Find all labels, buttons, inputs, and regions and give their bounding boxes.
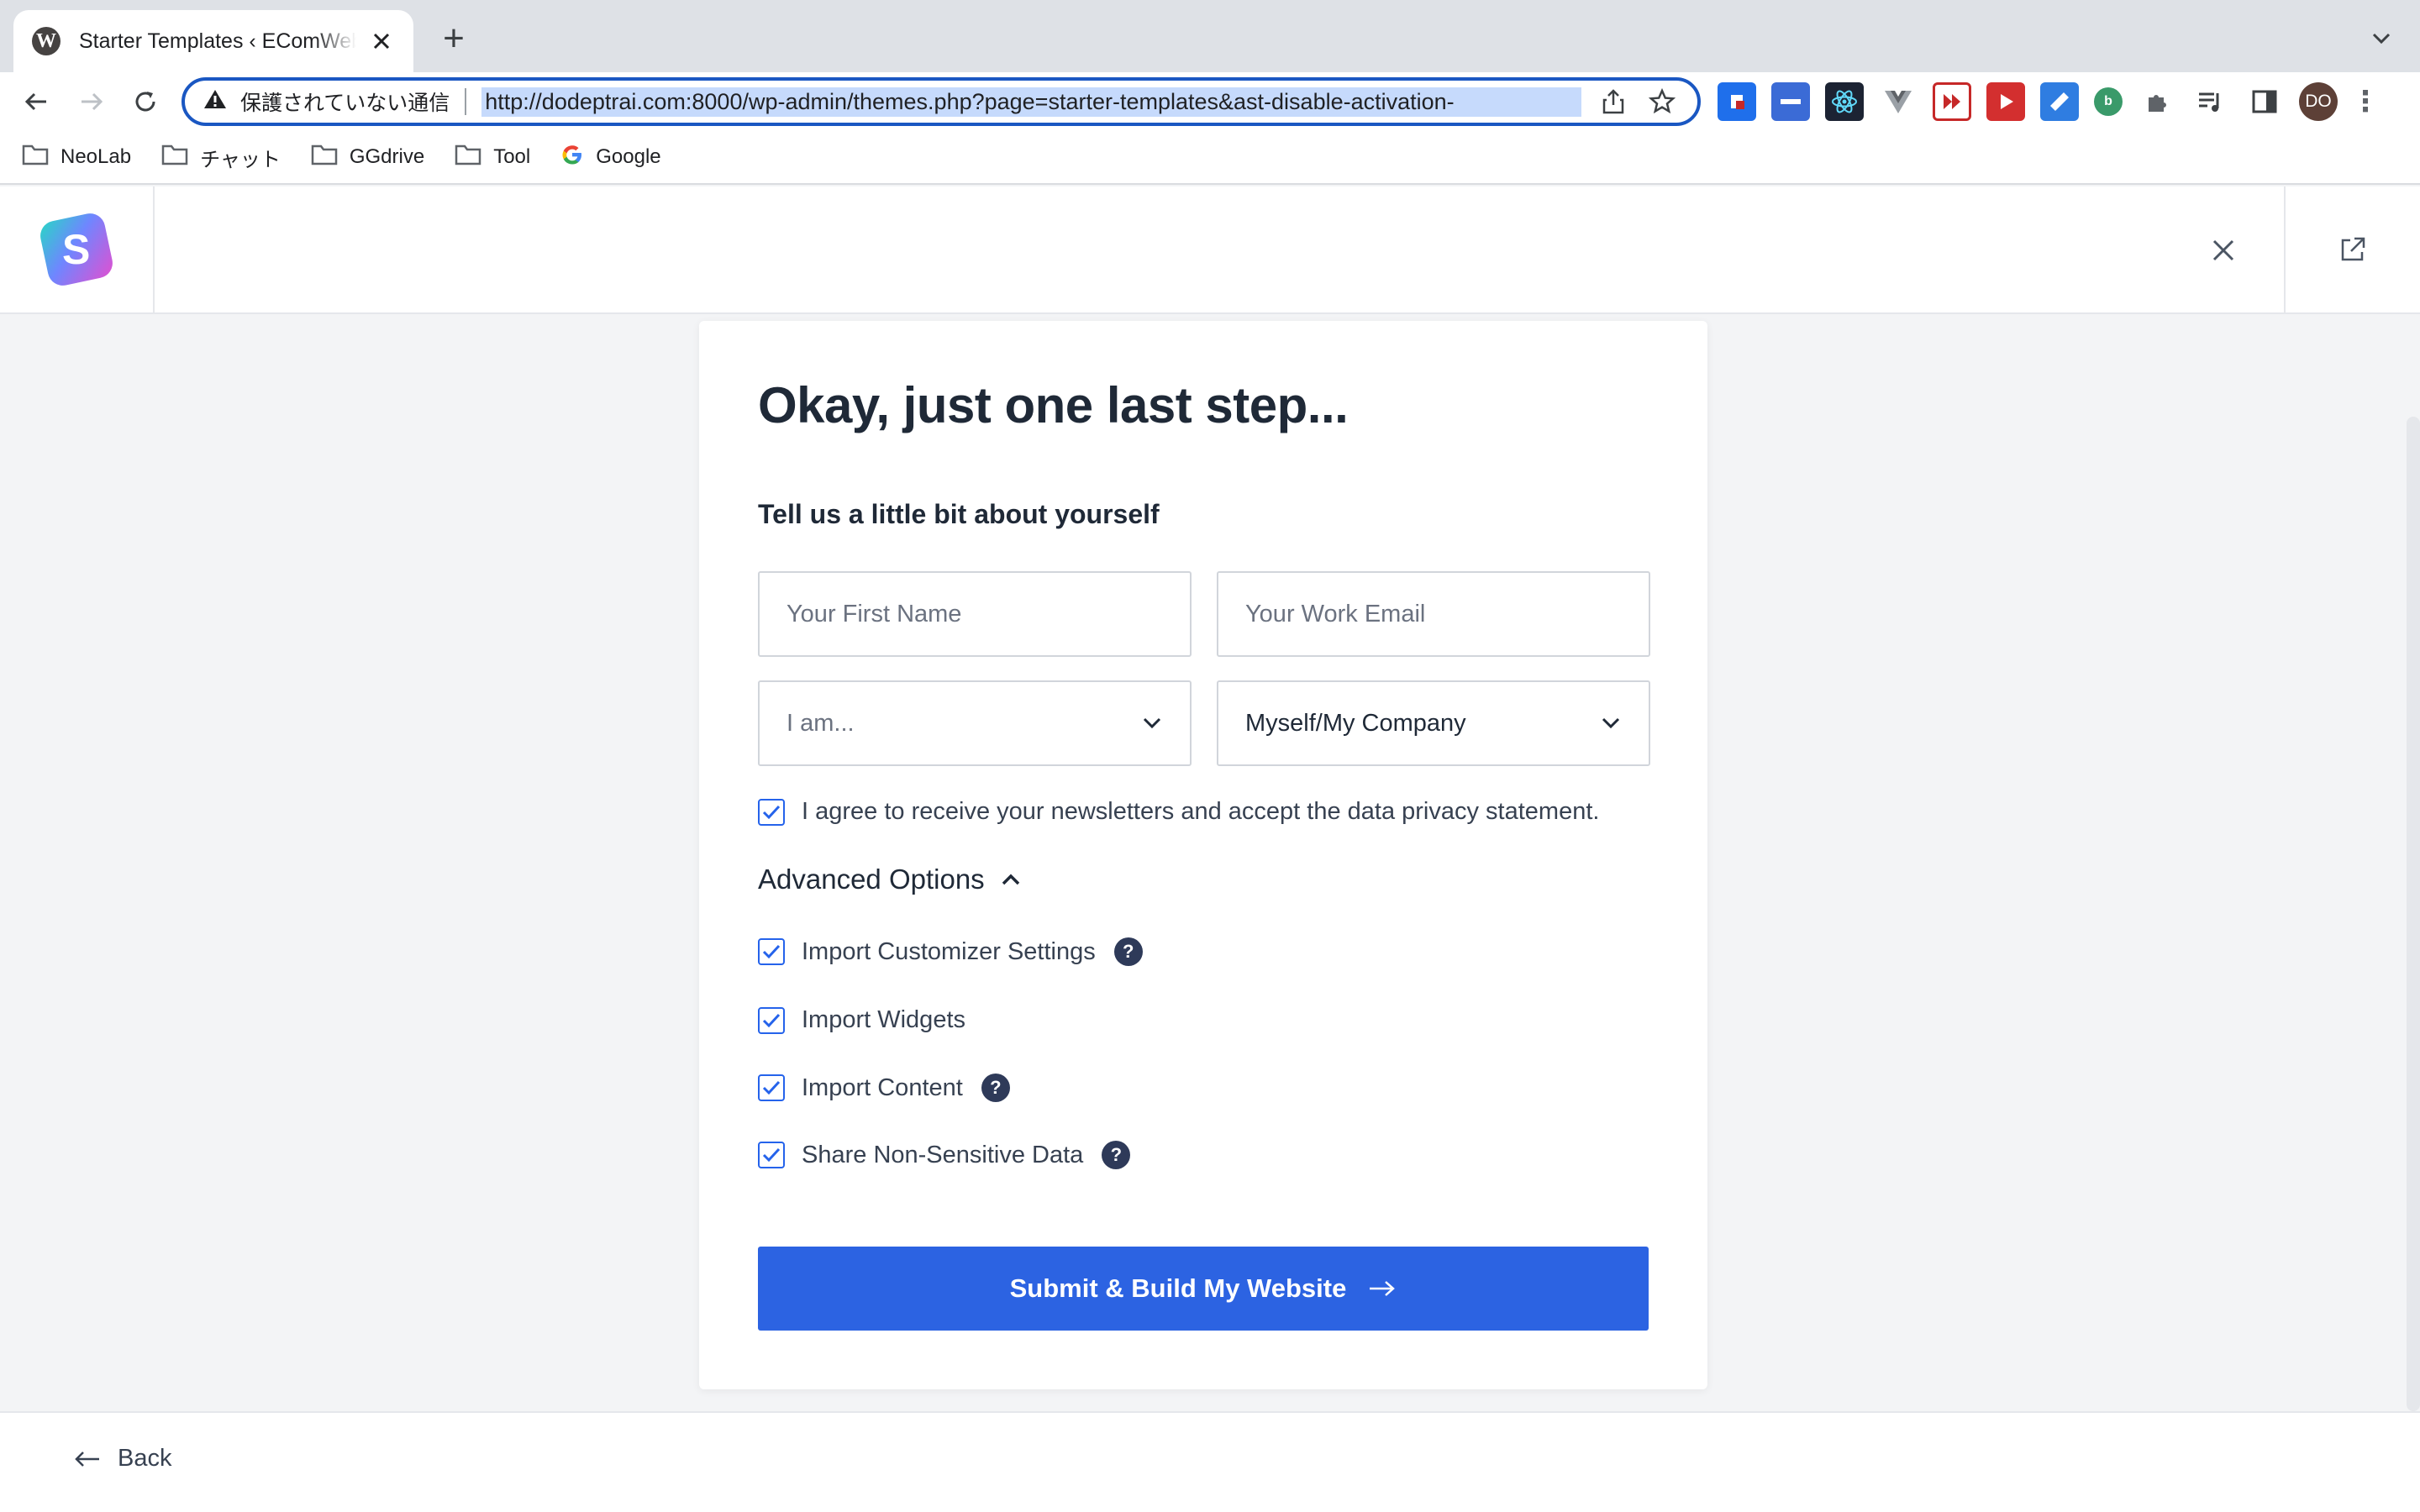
onboarding-card: Okay, just one last step... Tell us a li… xyxy=(699,321,1707,1389)
newsletter-checkbox[interactable] xyxy=(758,798,785,826)
first-name-field[interactable] xyxy=(758,571,1192,657)
browser-tab[interactable]: W Starter Templates ‹ EComWebsite xyxy=(13,10,413,72)
option-import-customizer[interactable]: Import Customizer Settings ? xyxy=(758,937,1143,966)
bookmark-label: NeoLab xyxy=(60,145,132,168)
import-customizer-checkbox[interactable] xyxy=(758,938,785,965)
bookmarks-bar: NeoLab チャット GGdrive Tool Google xyxy=(0,131,2420,185)
side-panel-icon[interactable] xyxy=(2245,82,2284,121)
arrow-left-icon xyxy=(74,1449,101,1469)
bookmark-star-icon[interactable] xyxy=(1645,85,1679,118)
bookmark-label: Google xyxy=(596,145,661,168)
wizard-footer: Back xyxy=(0,1411,2420,1512)
new-tab-button[interactable]: + xyxy=(437,20,471,57)
warning-triangle-icon xyxy=(203,88,227,116)
folder-icon xyxy=(22,144,49,171)
browser-toolbar: 保護されていない通信 http://dodeptrai.com:8000/wp-… xyxy=(0,72,2420,131)
extensions-puzzle-icon[interactable] xyxy=(2138,82,2176,121)
reload-icon[interactable] xyxy=(128,84,163,119)
browser-menu-icon[interactable]: ⋮ xyxy=(2351,82,2380,121)
share-icon[interactable] xyxy=(1597,85,1630,118)
ext-green-circle-icon[interactable]: b xyxy=(2094,87,2123,116)
bookmark-folder-tool[interactable]: Tool xyxy=(455,144,530,171)
bookmark-folder-ggdrive[interactable]: GGdrive xyxy=(311,144,424,171)
ext-forward-icon[interactable] xyxy=(1933,82,1971,121)
folder-icon xyxy=(311,144,338,171)
share-data-checkbox[interactable] xyxy=(758,1142,785,1168)
help-icon[interactable]: ? xyxy=(981,1074,1010,1102)
arrow-right-icon xyxy=(1368,1278,1397,1299)
address-separator xyxy=(465,88,467,115)
submit-button-label: Submit & Build My Website xyxy=(1009,1273,1347,1303)
forward-arrow-icon[interactable] xyxy=(74,84,109,119)
close-icon[interactable] xyxy=(2202,228,2245,272)
chevron-down-icon xyxy=(1141,712,1163,734)
back-button[interactable]: Back xyxy=(74,1445,171,1473)
open-external-button[interactable] xyxy=(2284,186,2420,312)
folder-icon xyxy=(455,144,481,171)
option-label: Import Content xyxy=(802,1074,963,1101)
form-subtitle: Tell us a little bit about yourself xyxy=(758,499,1160,529)
work-email-input[interactable] xyxy=(1245,600,1622,628)
bookmark-label: GGdrive xyxy=(349,145,425,168)
wordpress-icon: W xyxy=(32,27,60,55)
ext-bitwarden-icon[interactable] xyxy=(1718,82,1756,121)
folder-icon xyxy=(161,144,188,171)
security-warning[interactable]: 保護されていない通信 xyxy=(203,87,450,117)
work-email-field[interactable] xyxy=(1217,571,1650,657)
import-widgets-checkbox[interactable] xyxy=(758,1006,785,1034)
newsletter-consent-row[interactable]: I agree to receive your newsletters and … xyxy=(758,798,1599,826)
browser-tab-strip: W Starter Templates ‹ EComWebsite + xyxy=(0,0,2420,72)
newsletter-label: I agree to receive your newsletters and … xyxy=(802,798,1600,825)
ext-vue-icon[interactable] xyxy=(1879,82,1918,121)
import-content-checkbox[interactable] xyxy=(758,1074,785,1101)
option-label: Import Widgets xyxy=(802,1006,965,1033)
help-icon[interactable]: ? xyxy=(1113,937,1143,966)
security-label: 保護されていない通信 xyxy=(240,92,450,115)
bookmark-folder-chat[interactable]: チャット xyxy=(161,143,281,172)
url-text[interactable]: http://dodeptrai.com:8000/wp-admin/theme… xyxy=(481,87,1581,117)
help-icon[interactable]: ? xyxy=(1102,1141,1131,1169)
extensions-bar: b DO ⋮ xyxy=(1718,82,2380,121)
bookmark-google[interactable]: Google xyxy=(560,143,661,172)
tab-title: Starter Templates ‹ EComWebsite xyxy=(79,29,356,53)
ext-youtube-icon[interactable] xyxy=(1986,82,2025,121)
chevron-up-icon xyxy=(1000,869,1022,890)
address-bar[interactable]: 保護されていない通信 http://dodeptrai.com:8000/wp-… xyxy=(182,77,1701,126)
advanced-options-toggle[interactable]: Advanced Options xyxy=(758,864,1022,895)
company-select[interactable]: Myself/My Company xyxy=(1217,680,1650,766)
back-arrow-icon[interactable] xyxy=(18,84,54,119)
bookmark-label: チャット xyxy=(200,148,281,171)
option-share-data[interactable]: Share Non-Sensitive Data ? xyxy=(758,1141,1131,1169)
ext-card-icon[interactable] xyxy=(1771,82,1810,121)
role-select[interactable]: I am... xyxy=(758,680,1192,766)
company-select-value: Myself/My Company xyxy=(1245,709,1466,737)
page-scrollbar[interactable] xyxy=(2407,417,2420,1411)
chevron-down-icon xyxy=(1600,712,1622,734)
media-playlist-icon[interactable] xyxy=(2191,82,2230,121)
starter-templates-header: S xyxy=(0,186,2420,314)
tab-search-chevron-icon[interactable] xyxy=(2366,24,2396,54)
first-name-input[interactable] xyxy=(786,600,1163,628)
option-label: Import Customizer Settings xyxy=(802,937,1096,965)
back-label: Back xyxy=(118,1445,172,1472)
bookmark-folder-neolab[interactable]: NeoLab xyxy=(22,144,131,171)
role-select-value: I am... xyxy=(786,709,855,737)
profile-avatar[interactable]: DO xyxy=(2299,82,2338,121)
logo-cell: S xyxy=(0,186,155,312)
option-label: Share Non-Sensitive Data xyxy=(802,1141,1084,1168)
page-title: Okay, just one last step... xyxy=(758,377,1349,433)
option-import-content[interactable]: Import Content ? xyxy=(758,1074,1010,1102)
google-icon xyxy=(560,143,584,172)
advanced-options-label: Advanced Options xyxy=(758,864,985,895)
ext-screenshot-icon[interactable] xyxy=(2040,82,2079,121)
tab-close-icon[interactable] xyxy=(366,26,397,56)
option-import-widgets[interactable]: Import Widgets xyxy=(758,1006,965,1034)
bookmark-label: Tool xyxy=(493,145,531,168)
submit-build-button[interactable]: Submit & Build My Website xyxy=(758,1247,1649,1331)
starter-templates-logo: S xyxy=(37,210,116,289)
external-link-icon xyxy=(2341,237,2365,261)
ext-react-icon[interactable] xyxy=(1825,82,1864,121)
